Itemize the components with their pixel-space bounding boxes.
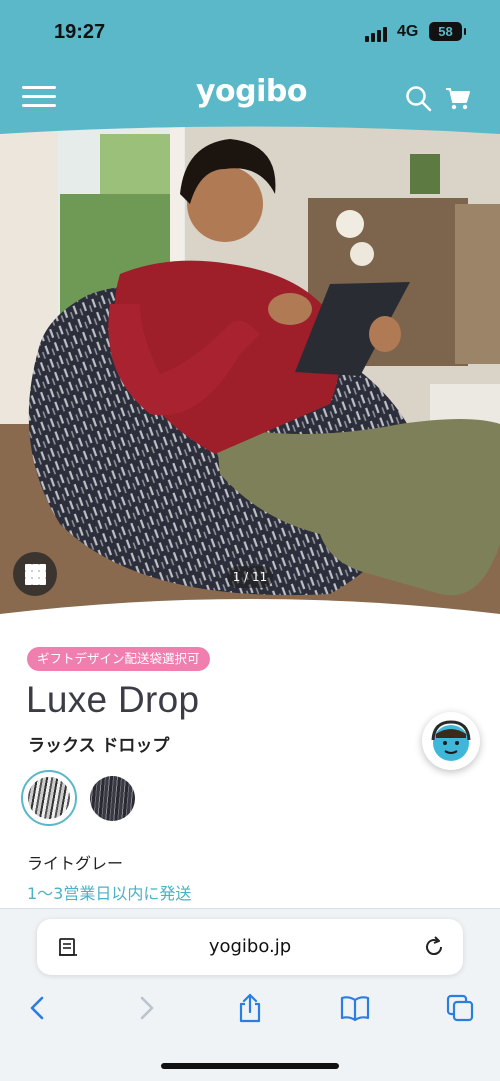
shipping-info: 1〜3営業日以内に発送 [27, 884, 192, 903]
grid-view-icon[interactable] [13, 552, 57, 596]
hamburger-menu-icon[interactable] [22, 86, 56, 108]
yogibo-logo[interactable]: yogibo [196, 74, 308, 109]
back-icon[interactable] [22, 992, 54, 1024]
status-bar: 19:27 4G 58 [0, 0, 500, 64]
battery-icon: 58 [429, 22, 466, 41]
product-subtitle: ラックス ドロップ [28, 736, 170, 756]
gift-bag-badge: ギフトデザイン配送袋選択可 [27, 647, 210, 671]
cart-icon[interactable] [444, 84, 472, 112]
status-time: 19:27 [54, 21, 106, 43]
signal-strength-icon [365, 26, 391, 42]
tabs-icon[interactable] [444, 992, 476, 1024]
chat-support-button[interactable] [422, 712, 480, 770]
product-image[interactable] [0, 124, 500, 624]
reload-icon[interactable] [422, 935, 446, 959]
support-agent-icon [431, 720, 471, 761]
image-counter: 1 / 11 [227, 566, 273, 588]
address-bar[interactable]: yogibo.jp [37, 919, 463, 975]
color-swatch-light-gray[interactable] [21, 770, 77, 826]
bookmarks-icon[interactable] [339, 992, 371, 1024]
share-icon[interactable] [234, 992, 266, 1024]
product-title: Luxe Drop [26, 679, 200, 720]
color-swatch-dark-gray[interactable] [90, 776, 135, 821]
forward-icon[interactable] [130, 992, 162, 1024]
search-icon[interactable] [404, 84, 432, 112]
url-text: yogibo.jp [208, 936, 292, 957]
selected-color-label: ライトグレー [27, 854, 124, 873]
home-indicator [161, 1063, 339, 1069]
network-type: 4G [397, 23, 419, 40]
